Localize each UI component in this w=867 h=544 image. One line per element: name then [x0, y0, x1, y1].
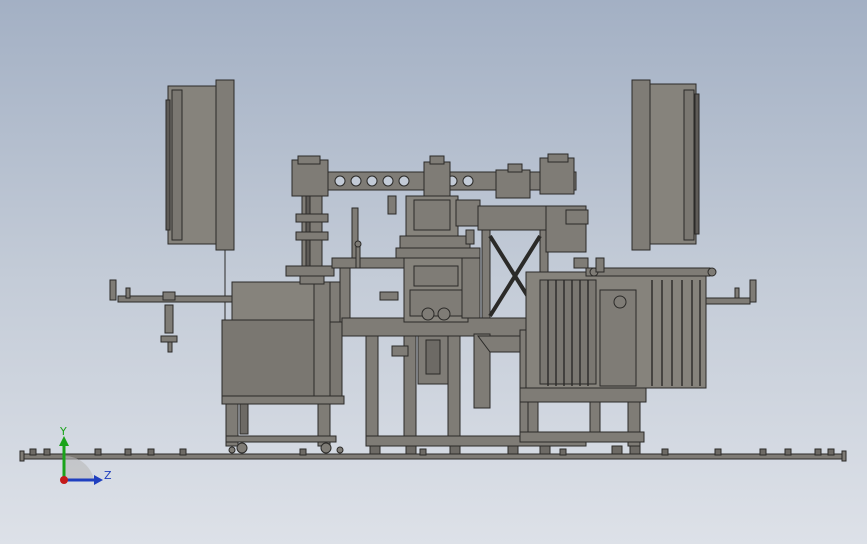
- overhead-gantry-beam: [291, 153, 577, 199]
- left-control-cabinet: [165, 79, 235, 320]
- z-axis-label: Z: [104, 469, 112, 482]
- right-cylinder-bank: [519, 267, 717, 447]
- origin-marker: [60, 476, 68, 484]
- machine-assembly-drawing: Y Z: [19, 79, 847, 485]
- left-vertical-column: [285, 195, 335, 285]
- left-outrigger-arm: [109, 279, 237, 353]
- left-base-enclosure: [221, 281, 345, 454]
- cad-viewport[interactable]: Y Z: [0, 0, 867, 544]
- floor-rail: [19, 448, 847, 462]
- center-press-head: [351, 195, 481, 269]
- right-control-cabinet: [631, 79, 700, 251]
- base-casters: [369, 445, 641, 455]
- y-axis-label: Y: [59, 425, 67, 438]
